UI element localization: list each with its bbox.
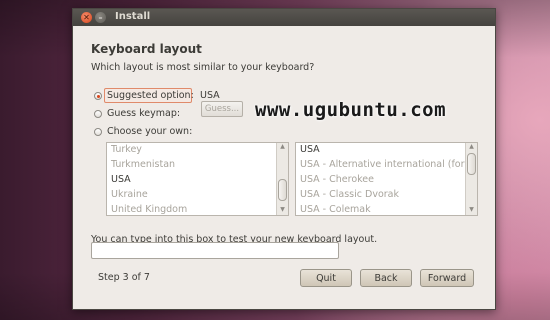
list-item[interactable]: USA - Cherokee [300, 174, 374, 185]
window-title: Install [115, 11, 151, 22]
list-item-selected[interactable]: USA [300, 144, 320, 155]
layout-question: Which layout is most similar to your key… [91, 62, 315, 73]
list-item-selected[interactable]: USA [111, 174, 131, 185]
country-list[interactable]: Turkey Turkmenistan USA Ukraine United K… [106, 142, 289, 216]
variant-scrollbar[interactable]: ▲ ▼ [465, 143, 477, 215]
scroll-thumb[interactable] [278, 179, 287, 201]
keyboard-test-input[interactable] [91, 242, 339, 259]
back-button[interactable]: Back [360, 269, 412, 287]
page-title: Keyboard layout [91, 42, 202, 56]
list-item[interactable]: USA - Classic Dvorak [300, 189, 399, 200]
list-item[interactable]: Ukraine [111, 189, 148, 200]
list-item[interactable]: USA - Colemak [300, 204, 371, 215]
choose-own-radio[interactable] [94, 128, 102, 136]
scroll-down-icon[interactable]: ▼ [277, 206, 288, 213]
suggested-option-value: USA [200, 90, 220, 101]
scroll-thumb[interactable] [467, 153, 476, 175]
close-icon[interactable]: ✕ [81, 12, 92, 23]
country-scrollbar[interactable]: ▲ ▼ [276, 143, 288, 215]
scroll-down-icon[interactable]: ▼ [466, 206, 477, 213]
guess-button[interactable]: Guess... [201, 101, 243, 117]
list-item[interactable]: USA - Alternative international (former … [300, 159, 477, 170]
list-item[interactable]: United Kingdom [111, 204, 187, 215]
quit-button[interactable]: Quit [300, 269, 352, 287]
installer-window: ✕ – Install Keyboard layout Which layout… [72, 8, 496, 310]
scroll-up-icon[interactable]: ▲ [277, 143, 288, 150]
minimize-icon[interactable]: – [95, 12, 106, 23]
watermark-text: www.ugubuntu.com [255, 99, 447, 121]
title-bar[interactable]: ✕ – Install [73, 9, 495, 26]
variant-list[interactable]: USA USA - Alternative international (for… [295, 142, 478, 216]
list-item[interactable]: Turkey [111, 144, 142, 155]
guess-keymap-radio[interactable] [94, 110, 102, 118]
choose-own-label[interactable]: Choose your own: [107, 126, 192, 137]
forward-button[interactable]: Forward [420, 269, 474, 287]
list-item[interactable]: Turkmenistan [111, 159, 175, 170]
guess-keymap-label[interactable]: Guess keymap: [107, 108, 180, 119]
suggested-option-label[interactable]: Suggested option: [107, 90, 194, 101]
step-indicator: Step 3 of 7 [98, 272, 150, 283]
suggested-option-radio[interactable] [94, 92, 102, 100]
scroll-up-icon[interactable]: ▲ [466, 143, 477, 150]
